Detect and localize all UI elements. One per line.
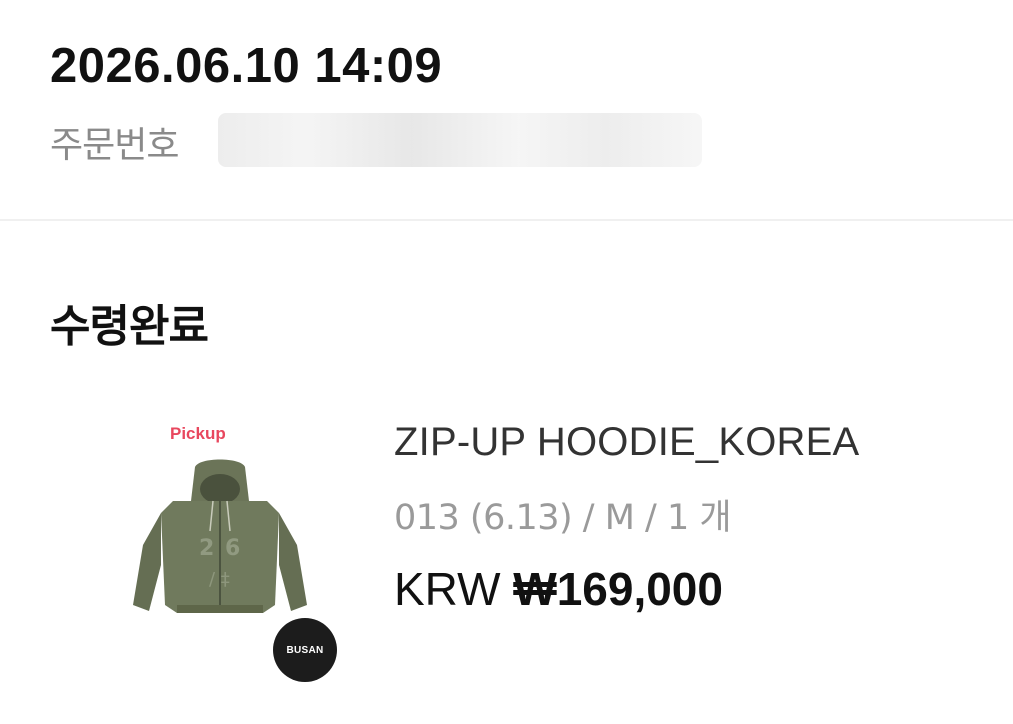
product-thumbnail[interactable]: Pickup 2 6 / ‡ BUSAN [120, 405, 350, 690]
hoodie-image: 2 6 / ‡ [133, 459, 307, 613]
order-number-redaction [218, 113, 702, 167]
svg-text:2: 2 [199, 536, 214, 561]
location-badge: BUSAN [273, 618, 337, 682]
order-datetime: 2026.06.10 14:09 [50, 39, 443, 93]
order-number-row: 주문번호 [50, 112, 179, 172]
pickup-label: Pickup [170, 424, 226, 443]
product-price: KRW ₩169,000 [394, 562, 723, 616]
order-status-title: 수령완료 [50, 301, 209, 352]
svg-text:6: 6 [225, 536, 240, 561]
price-currency: KRW [394, 563, 501, 615]
product-name[interactable]: ZIP-UP HOODIE_KOREA [394, 420, 859, 465]
product-item[interactable]: Pickup 2 6 / ‡ BUSAN ZIP-UP HOODIE_KOREA… [120, 405, 1000, 695]
svg-text:/ ‡: / ‡ [209, 569, 230, 590]
order-number-label: 주문번호 [50, 125, 179, 166]
product-options: 013 (6.13) / M / 1 개 [394, 498, 732, 538]
order-header: 2026.06.10 14:09 주문번호 [0, 0, 1013, 221]
price-amount: ₩169,000 [513, 563, 723, 615]
